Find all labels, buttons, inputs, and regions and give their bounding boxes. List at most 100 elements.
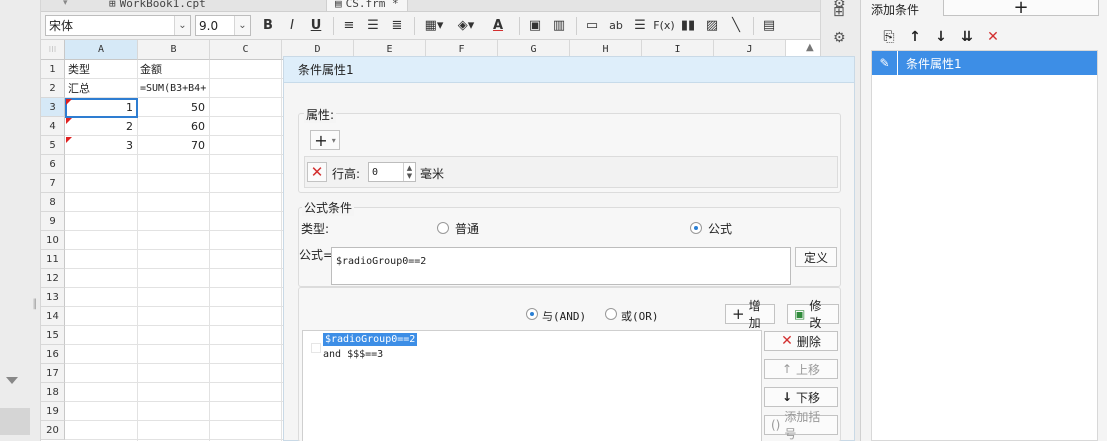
row-header[interactable]: 1 [41,60,65,79]
add-property-button[interactable]: + ▾ [310,130,340,150]
underline-icon: U [310,18,322,33]
property-icon[interactable]: ⚙ [833,30,846,46]
row-header[interactable]: 15 [41,326,65,345]
row-header[interactable]: 19 [41,402,65,421]
cell-A5[interactable]: 3 [66,136,137,155]
column-header[interactable]: A [65,40,138,60]
cell-A2[interactable]: 汇总 [66,79,137,98]
select-all-corner[interactable]: ⁝⁝⁝ [41,40,65,60]
row-header[interactable]: 9 [41,212,65,231]
insert-text-button[interactable]: ab [605,15,627,37]
scroll-up-icon[interactable]: ▲ [806,42,814,53]
fill-color-button[interactable]: ◈▾ [451,15,481,37]
row-header[interactable]: 16 [41,345,65,364]
tab-cs-frm[interactable]: ▤ CS.frm * [326,0,408,11]
tab-list-dropdown-icon[interactable]: ▾ [63,0,68,8]
insert-element-button[interactable]: ▭ [581,15,603,37]
chevron-down-icon[interactable]: ⌄ [174,16,190,35]
insert-rich-text-button[interactable]: ☰ [629,15,651,37]
row-header[interactable]: 10 [41,231,65,250]
split-icon: ▥ [552,18,566,33]
row-header[interactable]: 5 [41,136,65,155]
align-right-button[interactable]: ≣ [386,15,408,37]
modify-condition-button[interactable]: ▣ 修改 [787,299,839,330]
arrow-down-icon: ↓ [781,390,793,404]
row-header[interactable]: 12 [41,269,65,288]
condition-line[interactable]: and $$$==3 [323,348,383,361]
condition-item[interactable]: ✎ 条件属性1 [872,51,1097,75]
merge-cells-button[interactable]: ▣ [524,15,546,37]
chevron-down-icon[interactable]: ⌄ [234,16,250,35]
add-condition-button[interactable]: + 增加 [725,299,775,330]
row-header[interactable]: 3 [41,98,65,117]
splitter-grip[interactable]: ║ [32,300,37,310]
cell-B4[interactable]: 60 [138,117,209,136]
font-family-select[interactable]: 宋体 ⌄ [45,15,191,36]
type-normal-radio[interactable] [437,222,449,234]
delete-condition-button[interactable]: ✕ 删除 [764,331,838,351]
slash-icon: ╲ [732,18,740,33]
border-button[interactable]: ▦▾ [419,15,449,37]
arrow-up-icon[interactable]: ↑ [905,29,925,45]
align-left-button[interactable]: ≡ [338,15,360,37]
row-header[interactable]: 7 [41,174,65,193]
italic-button[interactable]: I [281,15,303,37]
row-header[interactable]: 8 [41,193,65,212]
insert-formula-button[interactable]: F(x) [653,15,675,37]
or-radio[interactable] [605,308,617,320]
row-header[interactable]: 20 [41,421,65,440]
bold-button[interactable]: B [257,15,279,37]
font-size-select[interactable]: 9.0 ⌄ [195,15,251,36]
column-header[interactable]: C [210,40,282,60]
text-color-button[interactable]: A [483,15,513,37]
left-panel-scroll-block[interactable] [0,408,30,435]
align-center-button[interactable]: ☰ [362,15,384,37]
define-button[interactable]: 定义 [795,247,837,267]
row-header[interactable]: 14 [41,307,65,326]
cell-A1[interactable]: 类型 [66,60,137,79]
row-header[interactable]: 11 [41,250,65,269]
row-header[interactable]: 17 [41,364,65,383]
condition-line-selected[interactable]: $radioGroup0==2 [323,333,418,346]
split-cells-button[interactable]: ▥ [548,15,570,37]
layout-icon[interactable]: ⊞ [833,4,845,20]
insert-slash-button[interactable]: ╲ [725,15,747,37]
underline-button[interactable]: U [305,15,327,37]
arrow-down-icon[interactable]: ↓ [931,29,951,45]
row-header[interactable]: 6 [41,155,65,174]
type-formula-radio[interactable] [690,222,702,234]
move-bottom-icon[interactable]: ⇊ [957,29,977,45]
row-header[interactable]: 18 [41,383,65,402]
row-header[interactable]: 4 [41,117,65,136]
cell-B3[interactable]: 50 [138,98,209,117]
collapse-arrow-icon[interactable] [6,377,18,384]
panel-toolbar: ⎘ ↑ ↓ ⇊ ✕ [871,24,1098,50]
spinner-arrows-icon[interactable]: ▲ ▼ [403,163,415,181]
cell-A4[interactable]: 2 [66,117,137,136]
condition-list[interactable]: $radioGroup0==2 and $$$==3 [302,330,762,441]
cell-B1[interactable]: 金额 [138,60,209,79]
add-condition-panel-button[interactable]: + [943,0,1099,18]
close-icon[interactable]: ✕ [983,29,1003,45]
move-up-button[interactable]: ↑ 上移 [764,359,838,379]
insert-subreport-button[interactable]: ▤ [758,15,780,37]
panel-title: 添加条件 [871,3,920,17]
cell-B5[interactable]: 70 [138,136,209,155]
column-header[interactable]: B [138,40,210,60]
add-condition-label: 增加 [748,299,761,330]
row-header[interactable]: 2 [41,79,65,98]
modify-icon: ▣ [794,307,806,321]
insert-image-button[interactable]: ▨ [701,15,723,37]
cell-B2[interactable]: =SUM(B3+B4+ [138,79,210,98]
formula-input[interactable]: $radioGroup0==2 [331,247,791,285]
remove-property-button[interactable]: ✕ [307,162,327,182]
insert-chart-button[interactable]: ▮▮ [677,15,699,37]
row-header[interactable]: 13 [41,288,65,307]
row-height-spinner[interactable]: 0 ▲ ▼ [368,162,416,182]
cell-A3[interactable]: 1 [66,98,137,117]
move-down-button[interactable]: ↓ 下移 [764,387,838,407]
and-radio[interactable] [526,308,538,320]
copy-icon[interactable]: ⎘ [879,29,899,45]
tab-workbook1[interactable]: ⊞ WorkBook1.cpt [101,0,214,11]
add-bracket-button[interactable]: () 添加括号 [764,410,838,441]
